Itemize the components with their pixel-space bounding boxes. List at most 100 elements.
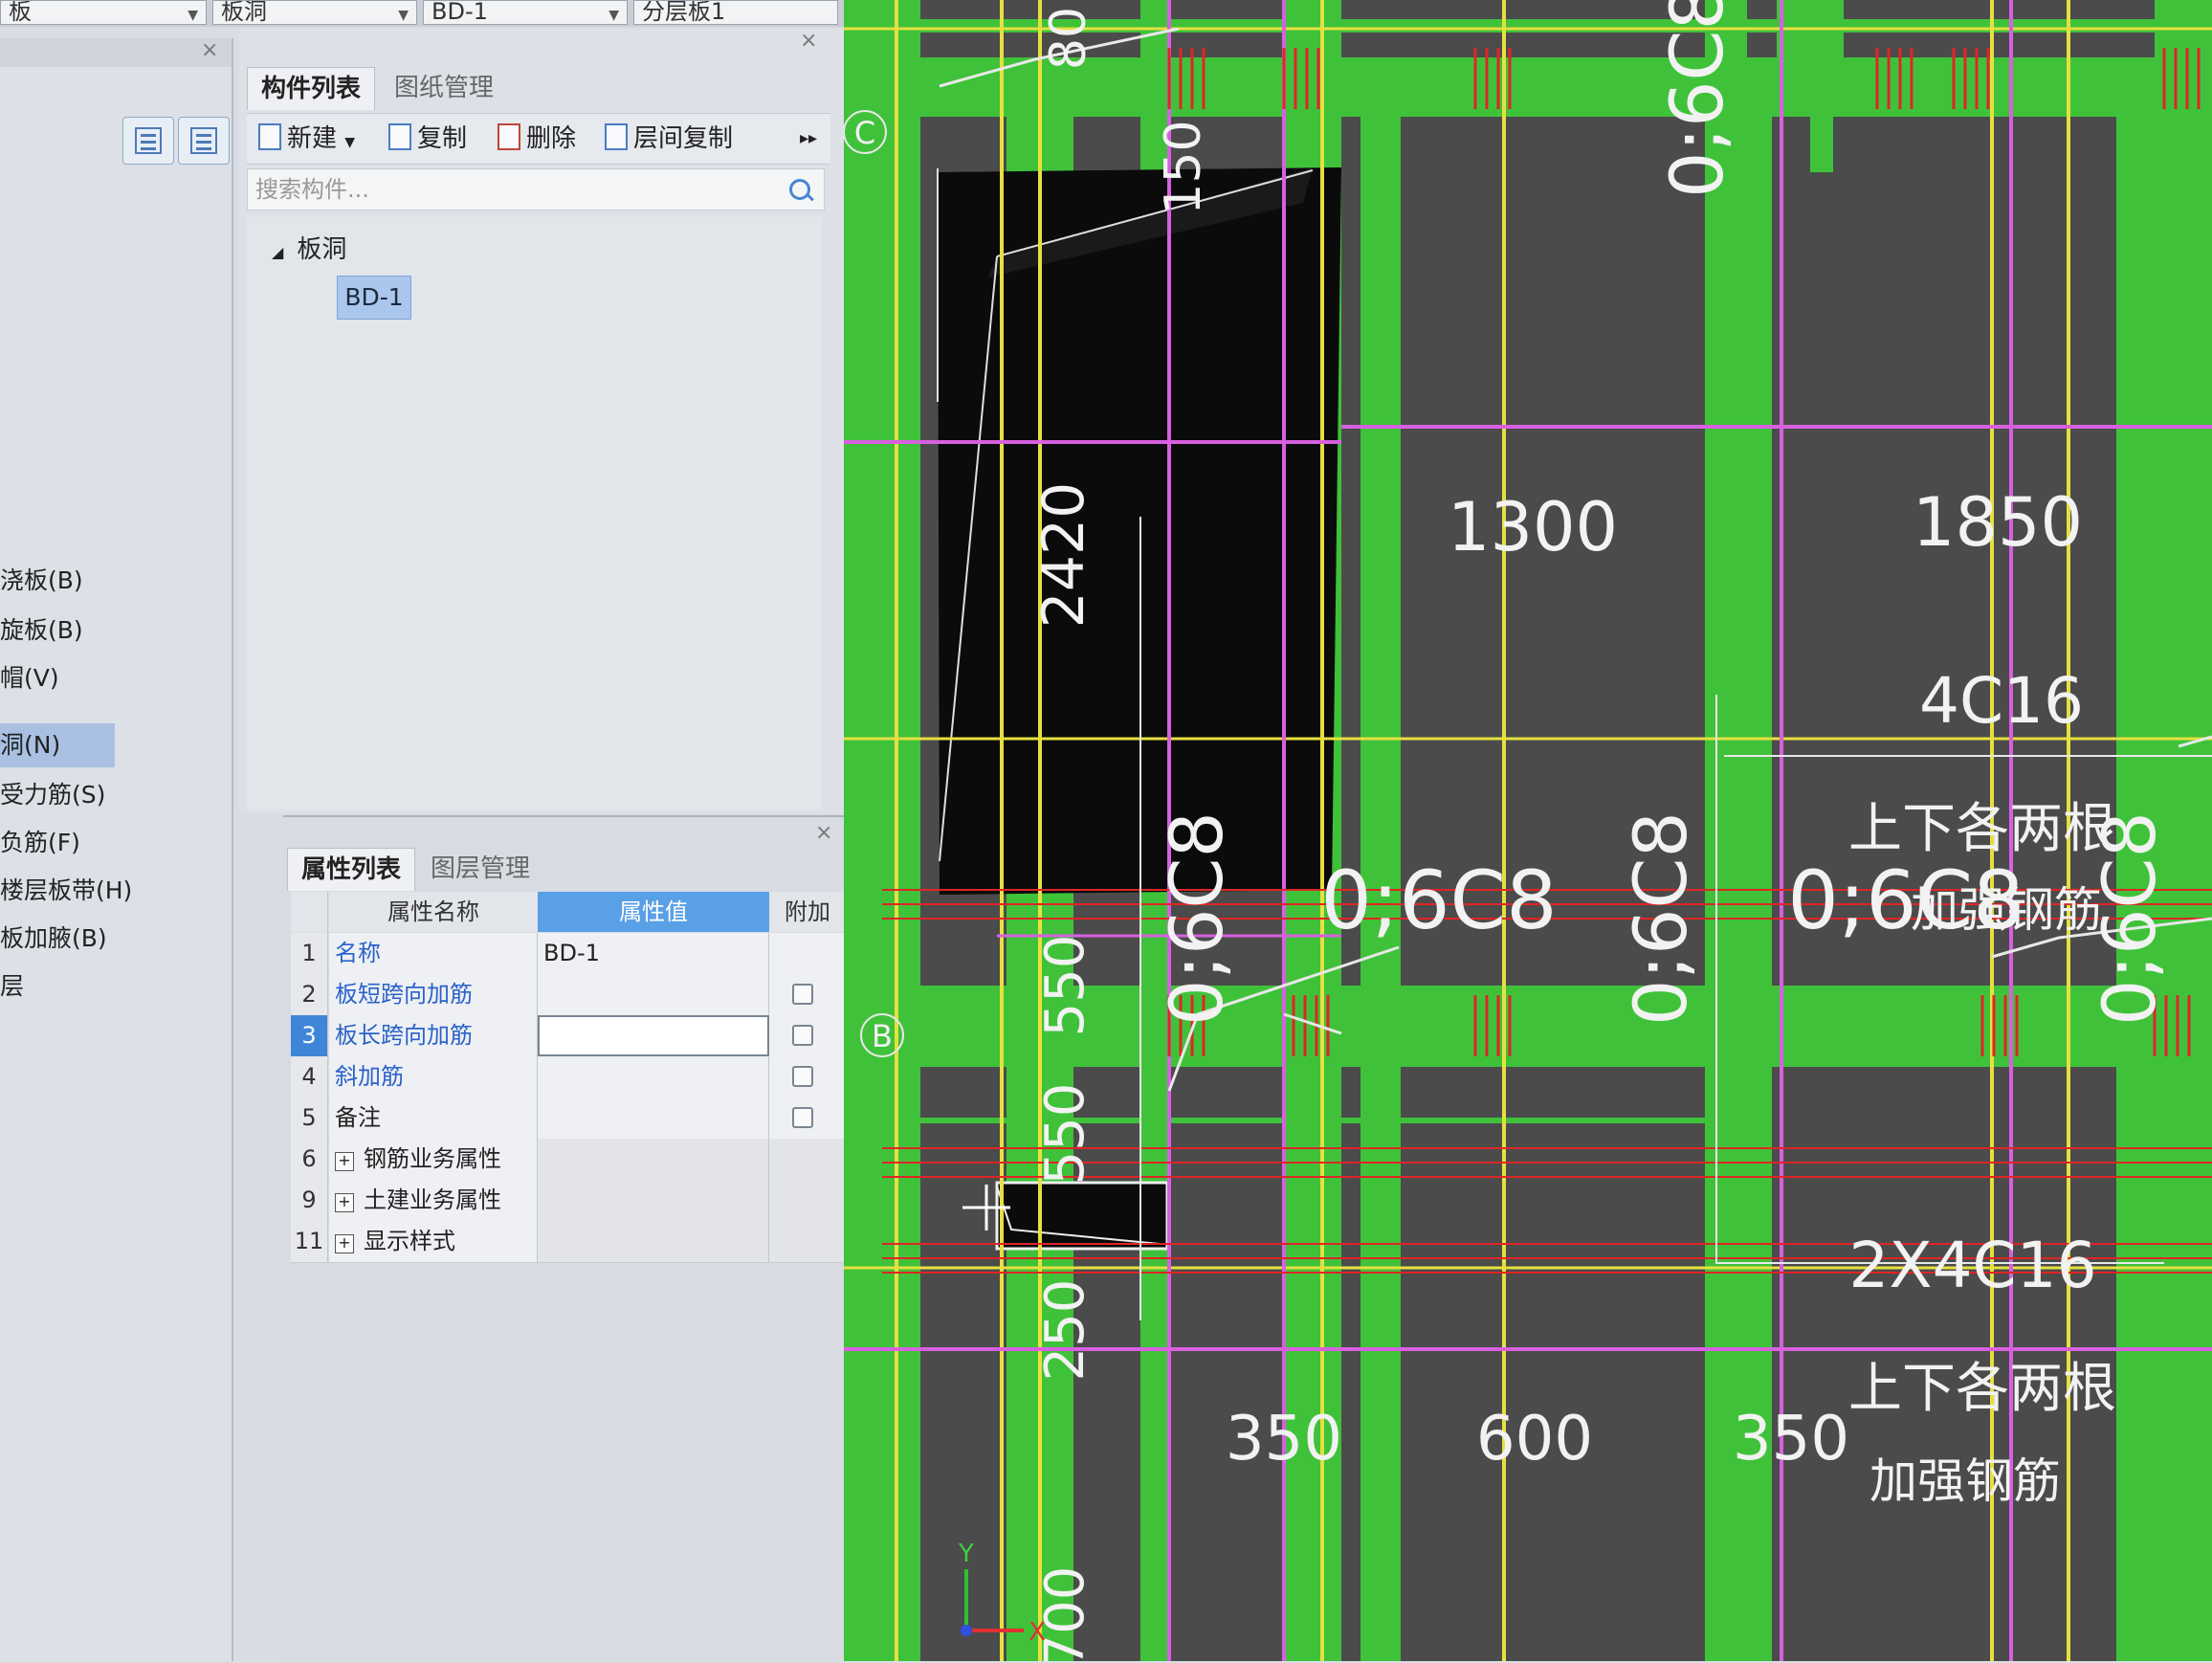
chevron-down-icon: ▼ bbox=[398, 8, 409, 23]
cad-drawing: C B 80 150 2420 550 550 250 700 1300 1850 350 600 350… bbox=[844, 0, 2212, 1661]
row-number: 5 bbox=[291, 1098, 328, 1139]
property-name: + 显示样式 bbox=[329, 1221, 538, 1262]
property-row[interactable]: 11 + 显示样式 bbox=[291, 1221, 846, 1263]
dim-text: 80 bbox=[1040, 7, 1097, 70]
ucs-x-label: X bbox=[1029, 1618, 1046, 1647]
delete-button[interactable]: 删除 bbox=[498, 122, 576, 156]
annotation-text: 加强钢筋 bbox=[1869, 1453, 2061, 1509]
property-row[interactable]: 4 斜加筋 bbox=[291, 1056, 846, 1098]
property-name-text: 显示样式 bbox=[364, 1228, 455, 1254]
type-combo[interactable]: 板洞 ▼ bbox=[212, 0, 417, 25]
property-value[interactable] bbox=[538, 974, 769, 1015]
list-view-button[interactable] bbox=[122, 117, 174, 165]
nav-item-column-cap[interactable]: 帽(V) bbox=[0, 656, 232, 700]
close-icon[interactable]: × bbox=[815, 821, 832, 845]
nav-item-layer[interactable]: 层 bbox=[0, 965, 232, 1009]
beam-vertical bbox=[1777, 0, 1844, 115]
new-button[interactable]: 新建 ▼ bbox=[258, 122, 355, 156]
property-value[interactable] bbox=[538, 1056, 769, 1098]
property-row[interactable]: 5 备注 bbox=[291, 1098, 846, 1140]
header-extra: 附加 bbox=[769, 892, 847, 932]
property-value[interactable] bbox=[538, 1180, 769, 1221]
property-value[interactable] bbox=[538, 1015, 769, 1056]
search-placeholder: 搜索构件... bbox=[255, 176, 369, 203]
tab-layer-management[interactable]: 图层管理 bbox=[417, 848, 543, 890]
more-icon[interactable]: ▸▸ bbox=[800, 122, 817, 156]
property-value[interactable] bbox=[538, 1098, 769, 1139]
property-extra bbox=[769, 1139, 846, 1180]
property-name: 板短跨向加筋 bbox=[329, 974, 538, 1015]
annotation-text: 4C16 bbox=[1919, 664, 2084, 738]
property-value[interactable] bbox=[538, 1221, 769, 1262]
nav-item-negative-rebar[interactable]: 负筋(F) bbox=[0, 821, 232, 865]
row-number: 11 bbox=[291, 1221, 328, 1262]
property-row[interactable]: 2 板短跨向加筋 bbox=[291, 974, 846, 1016]
tree-group-slab-opening[interactable]: ◢ 板洞 bbox=[272, 230, 346, 265]
beam-horizontal bbox=[844, 1118, 1705, 1123]
annotation-text: 2X4C16 bbox=[1848, 1229, 2096, 1302]
component-tree bbox=[247, 216, 821, 809]
nav-item-slab-haunch[interactable]: 板加腋(B) bbox=[0, 917, 232, 961]
property-row[interactable]: 6 + 钢筋业务属性 bbox=[291, 1139, 846, 1181]
property-name-text: 板长跨向加筋 bbox=[335, 1022, 473, 1049]
property-value[interactable]: BD-1 bbox=[538, 933, 769, 974]
header-property-name: 属性名称 bbox=[329, 892, 539, 932]
nav-panel-header bbox=[0, 38, 232, 67]
annotation-text: 上下各两根 bbox=[1848, 798, 2116, 860]
property-name: + 土建业务属性 bbox=[329, 1180, 538, 1221]
cad-drawing-canvas[interactable]: C B 80 150 2420 550 550 250 700 1300 1850 350 600 350… bbox=[844, 0, 2212, 1661]
dim-text: 2420 bbox=[1030, 482, 1097, 629]
tab-drawing-management[interactable]: 图纸管理 bbox=[381, 67, 507, 109]
property-name: 斜加筋 bbox=[329, 1056, 538, 1098]
annotation-text: 上下各两根 bbox=[1848, 1358, 2116, 1420]
type-combo-value: 板洞 bbox=[221, 0, 267, 25]
category-combo-value: 板 bbox=[9, 0, 32, 25]
property-name-text: 钢筋业务属性 bbox=[364, 1145, 501, 1172]
component-combo[interactable]: BD-1 ▼ bbox=[423, 0, 628, 25]
layer-combo[interactable]: 分层板1 bbox=[633, 0, 838, 25]
nav-item-main-rebar[interactable]: 受力筋(S) bbox=[0, 773, 232, 817]
nav-item-slab-strip[interactable]: 楼层板带(H) bbox=[0, 869, 232, 913]
top-selector-bar: 板 ▼ 板洞 ▼ BD-1 ▼ 分层板1 bbox=[0, 0, 844, 27]
extra-checkbox[interactable] bbox=[792, 1107, 813, 1128]
category-combo[interactable]: 板 ▼ bbox=[0, 0, 207, 25]
floor-copy-button[interactable]: 层间复制 bbox=[605, 122, 733, 156]
search-input[interactable]: 搜索构件... bbox=[247, 168, 825, 211]
property-name: 板长跨向加筋 bbox=[329, 1015, 538, 1056]
extra-checkbox[interactable] bbox=[792, 1066, 813, 1087]
extra-checkbox[interactable] bbox=[792, 984, 813, 1005]
property-name: 名称 bbox=[329, 933, 538, 974]
property-row[interactable]: 9 + 土建业务属性 bbox=[291, 1180, 846, 1222]
axis-label-c: C bbox=[854, 115, 875, 151]
close-icon[interactable]: × bbox=[201, 38, 218, 62]
property-name-text: 板短跨向加筋 bbox=[335, 981, 473, 1008]
dim-text: 150 bbox=[1155, 120, 1212, 214]
property-row[interactable]: 1 名称 BD-1 bbox=[291, 933, 846, 975]
property-name-text: 名称 bbox=[335, 940, 381, 966]
search-icon[interactable] bbox=[789, 179, 810, 200]
rebar-label: 0;6C8 bbox=[1654, 0, 1739, 198]
rebar-label: 0;6C8 bbox=[1320, 854, 1557, 947]
expand-icon[interactable]: + bbox=[335, 1152, 354, 1171]
property-extra bbox=[769, 974, 846, 1015]
list-icon bbox=[135, 127, 162, 154]
component-nav-panel: × 浇板(B) 旋板(B) 帽(V) 洞(N) 受力筋(S) 负筋(F) 楼层板… bbox=[0, 38, 233, 1661]
property-row[interactable]: 3 板长跨向加筋 bbox=[291, 1015, 846, 1057]
chevron-down-icon: ▼ bbox=[608, 8, 619, 23]
tree-item-bd1[interactable]: BD-1 bbox=[337, 276, 411, 320]
expand-icon[interactable]: + bbox=[335, 1234, 354, 1253]
copy-button[interactable]: 复制 bbox=[388, 122, 467, 156]
tab-component-list[interactable]: 构件列表 bbox=[247, 67, 376, 110]
rebar-label: 0;6C8 bbox=[1154, 811, 1239, 1026]
nav-item-spiral-slab[interactable]: 旋板(B) bbox=[0, 609, 232, 653]
property-value[interactable] bbox=[538, 1139, 769, 1180]
component-toolbar: 新建 ▼ 复制 删除 层间复制 ▸▸ bbox=[247, 113, 830, 165]
detail-view-button[interactable] bbox=[178, 117, 230, 165]
close-icon[interactable]: × bbox=[800, 29, 817, 53]
floor-copy-icon bbox=[605, 123, 628, 150]
nav-item-slab-opening[interactable]: 洞(N) bbox=[0, 723, 115, 767]
nav-item-slab[interactable]: 浇板(B) bbox=[0, 559, 232, 603]
extra-checkbox[interactable] bbox=[792, 1025, 813, 1046]
expand-icon[interactable]: + bbox=[335, 1193, 354, 1212]
tab-property-list[interactable]: 属性列表 bbox=[287, 848, 416, 891]
